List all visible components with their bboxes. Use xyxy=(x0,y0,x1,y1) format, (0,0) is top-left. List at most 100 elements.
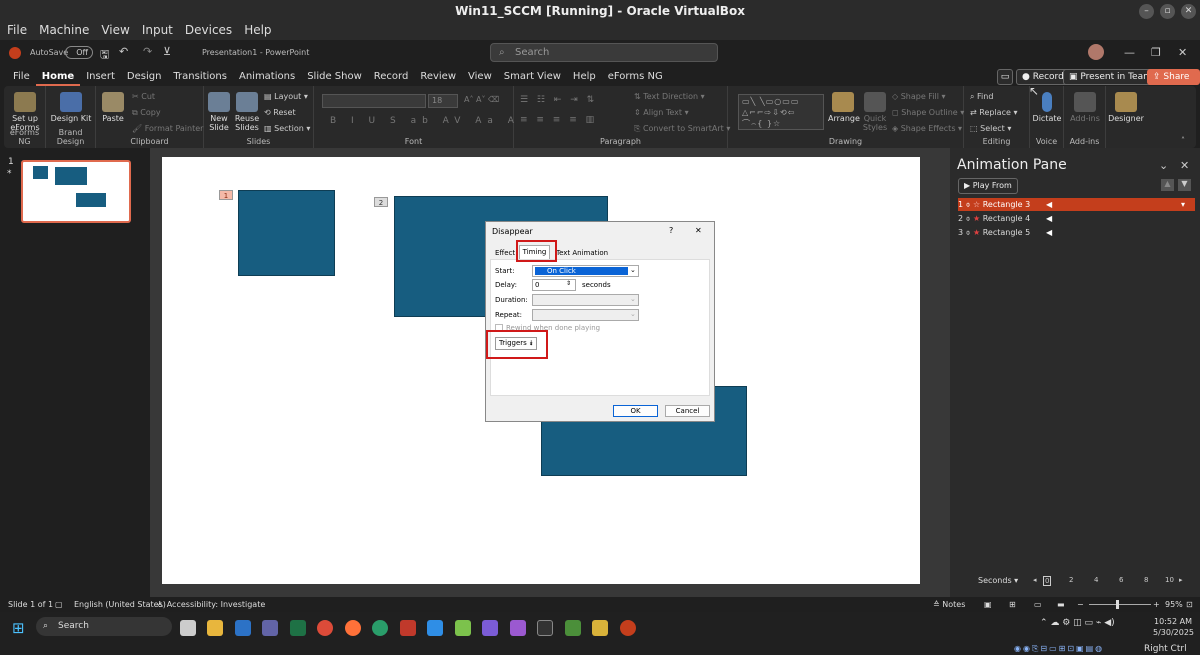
accessibility-status[interactable]: ♿ Accessibility: Investigate xyxy=(157,597,265,612)
item-dropdown-icon[interactable]: ▾ xyxy=(1181,198,1185,211)
cut-button[interactable]: ✂ Cut xyxy=(132,92,155,101)
maximize-app-icon[interactable]: ❐ xyxy=(1151,46,1161,59)
timeline-left-icon[interactable]: ◂ xyxy=(1033,576,1037,584)
windows-start-icon[interactable]: ⊞ xyxy=(12,619,25,637)
animation-item[interactable]: 2 ⌽ ★ Rectangle 4 ◀ xyxy=(958,212,1195,225)
shape-fill-button[interactable]: ◇ Shape Fill ▾ xyxy=(892,92,946,101)
minimize-app-icon[interactable]: — xyxy=(1124,46,1135,59)
help-icon[interactable]: ? xyxy=(669,226,673,235)
restore-icon[interactable]: ▫ xyxy=(1160,4,1175,19)
close-pane-icon[interactable]: ✕ xyxy=(1180,159,1189,172)
tab-effect[interactable]: Effect xyxy=(495,249,515,257)
reset-button[interactable]: ⟲ Reset xyxy=(264,108,296,117)
shapes-gallery[interactable]: ▭╲ ╲▭○▭▭ △⌐⌐⇨⇩⟲⇦ ⌒⌢{ }☆ xyxy=(738,94,824,130)
list-icons[interactable]: ☰ ☷ ⇤ ⇥ ⇅ xyxy=(520,95,597,105)
visual-studio-icon[interactable] xyxy=(482,620,498,636)
save-icon[interactable]: 🖫 xyxy=(100,46,109,65)
notes-button[interactable]: ≙ Notes xyxy=(933,597,965,612)
vm-menu-file[interactable]: File xyxy=(7,22,27,40)
font-size-dropdown[interactable]: 18 xyxy=(428,94,458,108)
pane-options-icon[interactable]: ⌄ xyxy=(1159,159,1168,172)
excel-icon[interactable] xyxy=(290,620,306,636)
outlook-icon[interactable] xyxy=(235,620,251,636)
quick-styles-button[interactable]: Quick Styles xyxy=(860,92,890,132)
shape-effects-button[interactable]: ◈ Shape Effects ▾ xyxy=(892,124,962,133)
app-icon-yellow[interactable] xyxy=(592,620,608,636)
dialog-close-icon[interactable]: ✕ xyxy=(695,226,702,235)
tab-record[interactable]: Record xyxy=(368,68,415,86)
slide-thumbnail[interactable] xyxy=(21,160,131,223)
zoom-in-icon[interactable]: + xyxy=(1153,597,1160,612)
play-from-button[interactable]: ▶ Play From xyxy=(958,178,1018,194)
timeline-right-icon[interactable]: ▸ xyxy=(1179,576,1183,584)
animation-item[interactable]: 3 ⌽ ★ Rectangle 5 ◀ xyxy=(958,226,1195,239)
cancel-button[interactable]: Cancel xyxy=(665,405,710,417)
task-view-icon[interactable] xyxy=(180,620,196,636)
edge-icon[interactable] xyxy=(372,620,388,636)
setup-eforms-button[interactable]: Set up eForms xyxy=(6,92,44,132)
app-icon-green[interactable] xyxy=(455,620,471,636)
tab-smart-view[interactable]: Smart View xyxy=(498,68,567,86)
search-input[interactable]: ⌕ Search xyxy=(490,43,718,62)
align-text-button[interactable]: ⇕ Align Text ▾ xyxy=(634,108,689,117)
terminal-icon[interactable] xyxy=(537,620,553,636)
spelling-icon[interactable]: ▢ xyxy=(55,597,63,612)
move-up-icon[interactable]: ▲ xyxy=(1161,179,1174,191)
section-button[interactable]: ▥ Section ▾ xyxy=(264,124,310,133)
tab-animations[interactable]: Animations xyxy=(233,68,301,86)
rectangle-3[interactable] xyxy=(238,190,335,276)
designer-button[interactable]: Designer xyxy=(1108,92,1144,123)
fit-to-window-icon[interactable]: ⊡ xyxy=(1186,597,1193,612)
zoom-out-icon[interactable]: − xyxy=(1077,597,1084,612)
duration-dropdown[interactable]: ⌄ xyxy=(532,294,639,306)
zoom-slider-thumb[interactable] xyxy=(1116,600,1119,609)
tab-insert[interactable]: Insert xyxy=(80,68,121,86)
animation-tag-1[interactable]: 1 xyxy=(219,190,233,200)
animation-tag-2[interactable]: 2 xyxy=(374,197,388,207)
slide-sorter-icon[interactable]: ⊞ xyxy=(1009,597,1016,612)
find-button[interactable]: ⌕ Find xyxy=(970,92,993,102)
tab-home[interactable]: Home xyxy=(35,68,81,86)
start-dropdown[interactable]: On Click ⌄ xyxy=(532,265,639,277)
reuse-slides-button[interactable]: Reuse Slides xyxy=(234,92,260,132)
format-painter-button[interactable]: 🖌 Format Painter xyxy=(132,124,203,133)
vm-menu-view[interactable]: View xyxy=(101,22,129,40)
app-icon-blue[interactable] xyxy=(427,620,443,636)
avatar[interactable] xyxy=(1088,44,1104,60)
language-status[interactable]: English (United States) xyxy=(74,597,166,612)
ok-button[interactable]: OK xyxy=(613,405,658,417)
arrange-button[interactable]: Arrange xyxy=(828,92,860,123)
font-format-icons[interactable]: B I U S ab AV Aa A xyxy=(330,116,520,126)
replace-button[interactable]: ⇄ Replace ▾ xyxy=(970,108,1017,117)
redo-icon[interactable]: ↷ xyxy=(143,45,152,58)
copy-button[interactable]: ⧉ Copy xyxy=(132,108,161,118)
vm-menu-input[interactable]: Input xyxy=(142,22,173,40)
comments-icon[interactable]: ▭ xyxy=(997,69,1013,85)
taskbar-search[interactable]: ⌕ Search xyxy=(36,617,172,636)
clock-time[interactable]: 10:52 AM xyxy=(1154,617,1192,626)
font-name-dropdown[interactable] xyxy=(322,94,426,108)
vm-status-icons[interactable]: ◉◉⎘⊟▭⊞⊡▣▤◍ xyxy=(1014,644,1104,654)
tab-design[interactable]: Design xyxy=(121,68,168,86)
firefox-icon[interactable] xyxy=(345,620,361,636)
tab-view[interactable]: View xyxy=(462,68,498,86)
move-down-icon[interactable]: ▼ xyxy=(1178,179,1191,191)
timeline-ruler[interactable]: ◂ 0 2 4 6 8 10 ▸ xyxy=(1033,576,1185,587)
powerpoint-taskbar-icon[interactable] xyxy=(620,620,636,636)
text-direction-button[interactable]: ⇅ Text Direction ▾ xyxy=(634,92,705,101)
vm-menu-help[interactable]: Help xyxy=(244,22,271,40)
tab-text-animation[interactable]: Text Animation xyxy=(556,249,608,257)
teams-icon[interactable] xyxy=(262,620,278,636)
record-button[interactable]: ● Record xyxy=(1016,69,1070,85)
tab-file[interactable]: File xyxy=(7,68,36,86)
vm-menu-machine[interactable]: Machine xyxy=(39,22,89,40)
autosave-toggle[interactable]: Off xyxy=(65,46,93,59)
zoom-slider[interactable] xyxy=(1089,604,1151,605)
normal-view-icon[interactable]: ▣ xyxy=(984,597,992,612)
collapse-ribbon-icon[interactable]: ˄ xyxy=(1181,136,1185,145)
minimize-icon[interactable]: – xyxy=(1139,4,1154,19)
close-app-icon[interactable]: ✕ xyxy=(1178,46,1187,59)
chrome-icon[interactable] xyxy=(317,620,333,636)
font-grow-shrink-icon[interactable]: A˄ A˅ ⌫ xyxy=(464,95,499,104)
select-button[interactable]: ⬚ Select ▾ xyxy=(970,124,1011,133)
